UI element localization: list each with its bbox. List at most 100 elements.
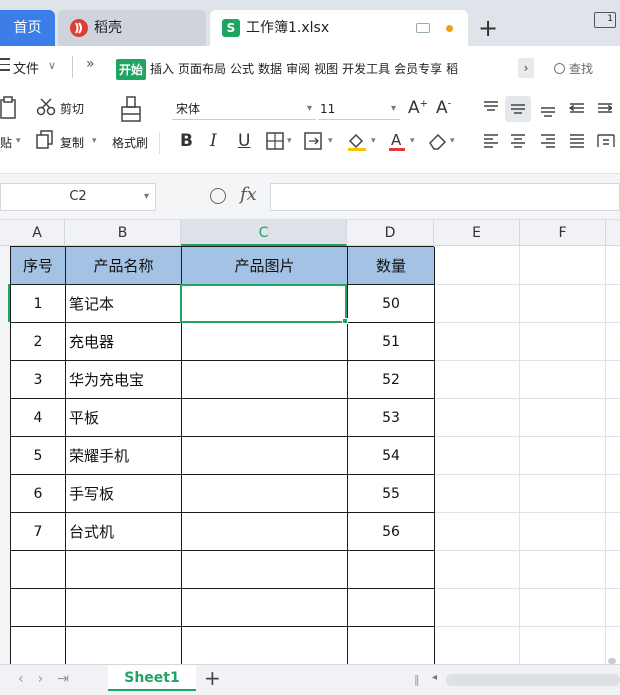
- table-header-cell[interactable]: 序号: [11, 247, 66, 285]
- tab-home[interactable]: 首页: [0, 10, 55, 46]
- cut-icon[interactable]: [36, 98, 56, 116]
- menu-insert[interactable]: 插入: [150, 62, 174, 76]
- table-cell[interactable]: [182, 513, 348, 551]
- table-cell[interactable]: [182, 475, 348, 513]
- menu-developer[interactable]: 开发工具: [342, 62, 390, 76]
- borders-chevron-icon[interactable]: ▾: [287, 136, 292, 146]
- scroll-left-icon[interactable]: ◂: [432, 672, 437, 683]
- table-cell[interactable]: 6: [11, 475, 66, 513]
- table-header-cell[interactable]: 产品图片: [182, 247, 348, 285]
- name-box[interactable]: C2 ▾: [0, 183, 156, 211]
- table-cell[interactable]: 充电器: [66, 323, 182, 361]
- new-tab-button[interactable]: +: [478, 14, 498, 42]
- format-painter-button[interactable]: 格式刷: [112, 134, 148, 151]
- sheet-tab-sheet1[interactable]: Sheet1: [108, 665, 196, 691]
- table-cell[interactable]: 笔记本: [66, 285, 182, 323]
- table-cell[interactable]: [182, 361, 348, 399]
- fill-color-chevron-icon[interactable]: ▾: [371, 136, 376, 146]
- menu-start[interactable]: 开始: [116, 59, 147, 80]
- table-cell[interactable]: 3: [11, 361, 66, 399]
- menu-file[interactable]: 文件: [13, 58, 39, 77]
- column-header-a[interactable]: A: [10, 220, 65, 246]
- table-cell[interactable]: 51: [348, 323, 435, 361]
- table-cell[interactable]: [182, 589, 348, 627]
- eraser-icon[interactable]: [428, 132, 448, 150]
- increase-font-icon[interactable]: A+: [408, 98, 428, 118]
- table-cell[interactable]: [348, 551, 435, 589]
- table-cell[interactable]: [182, 627, 348, 665]
- font-name-select[interactable]: 宋体 ▾: [172, 98, 316, 120]
- menu-formulas[interactable]: 公式: [230, 62, 254, 76]
- menu-review[interactable]: 审阅: [286, 62, 310, 76]
- chevron-down-icon[interactable]: ∨: [48, 59, 56, 72]
- column-header-e[interactable]: E: [434, 220, 520, 246]
- horizontal-scrollbar[interactable]: [446, 674, 620, 686]
- tab-workbook[interactable]: S 工作簿1.xlsx: [210, 10, 468, 46]
- menu-member[interactable]: 会员专享: [394, 62, 442, 76]
- table-cell[interactable]: [348, 627, 435, 665]
- font-size-select[interactable]: 11 ▾: [318, 98, 400, 120]
- table-cell[interactable]: [11, 551, 66, 589]
- table-header-cell[interactable]: 产品名称: [66, 247, 182, 285]
- table-cell[interactable]: 2: [11, 323, 66, 361]
- underline-button[interactable]: U: [238, 130, 250, 152]
- table-cell[interactable]: 52: [348, 361, 435, 399]
- font-color-icon[interactable]: A: [388, 130, 406, 152]
- fx-icon[interactable]: fx: [240, 184, 257, 205]
- copy-chevron-icon[interactable]: ▾: [92, 136, 97, 146]
- merge-chevron-icon[interactable]: ▾: [328, 136, 333, 146]
- column-header-f[interactable]: F: [520, 220, 606, 246]
- table-cell[interactable]: [66, 589, 182, 627]
- menu-scroll-right-button[interactable]: ›: [518, 58, 534, 78]
- tab-daoke[interactable]: 稻壳: [58, 10, 206, 46]
- table-cell[interactable]: 4: [11, 399, 66, 437]
- window-count-icon[interactable]: 1: [594, 12, 616, 28]
- table-cell[interactable]: 平板: [66, 399, 182, 437]
- table-cell[interactable]: 50: [348, 285, 435, 323]
- eraser-chevron-icon[interactable]: ▾: [450, 136, 455, 146]
- menu-daoke[interactable]: 稻: [446, 62, 458, 76]
- menu-data[interactable]: 数据: [258, 62, 282, 76]
- sheet-nav-arrows[interactable]: ‹›⇥: [18, 671, 83, 687]
- copy-icon[interactable]: [36, 130, 54, 150]
- cut-button[interactable]: 剪切: [60, 100, 84, 117]
- table-cell[interactable]: [182, 323, 348, 361]
- table-cell[interactable]: [11, 589, 66, 627]
- table-cell[interactable]: 台式机: [66, 513, 182, 551]
- table-header-cell[interactable]: 数量: [348, 247, 435, 285]
- format-painter-icon[interactable]: [120, 96, 142, 124]
- table-cell[interactable]: 手写板: [66, 475, 182, 513]
- select-all-corner[interactable]: [0, 220, 10, 246]
- vertical-scrollbar[interactable]: [606, 246, 618, 664]
- table-cell[interactable]: 56: [348, 513, 435, 551]
- formula-input[interactable]: [270, 183, 620, 211]
- table-cell[interactable]: [66, 551, 182, 589]
- table-cell[interactable]: [11, 627, 66, 665]
- table-cell[interactable]: [66, 627, 182, 665]
- font-color-chevron-icon[interactable]: ▾: [410, 136, 415, 146]
- paste-button[interactable]: 贴: [0, 134, 12, 151]
- column-header-c[interactable]: C: [181, 220, 347, 246]
- split-grip-icon[interactable]: ‖: [414, 673, 420, 686]
- search-button[interactable]: 查找: [554, 60, 593, 77]
- table-cell[interactable]: [182, 551, 348, 589]
- fill-color-icon[interactable]: [346, 132, 368, 152]
- copy-button[interactable]: 复制: [60, 134, 84, 151]
- paste-chevron-icon[interactable]: ▾: [16, 136, 21, 146]
- table-cell[interactable]: 54: [348, 437, 435, 475]
- table-cell[interactable]: 荣耀手机: [66, 437, 182, 475]
- table-cell[interactable]: 华为充电宝: [66, 361, 182, 399]
- column-header-b[interactable]: B: [65, 220, 181, 246]
- column-header-d[interactable]: D: [347, 220, 434, 246]
- bold-button[interactable]: B: [180, 130, 193, 152]
- table-cell[interactable]: 55: [348, 475, 435, 513]
- decrease-font-icon[interactable]: A-: [436, 98, 451, 118]
- merge-cells-icon[interactable]: [304, 132, 324, 150]
- hamburger-menu-icon[interactable]: [0, 58, 10, 72]
- borders-icon[interactable]: [266, 132, 284, 150]
- table-cell[interactable]: 53: [348, 399, 435, 437]
- paste-icon[interactable]: [0, 96, 18, 120]
- monitor-icon[interactable]: [416, 23, 430, 33]
- menu-page-layout[interactable]: 页面布局: [178, 62, 226, 76]
- table-cell[interactable]: [182, 399, 348, 437]
